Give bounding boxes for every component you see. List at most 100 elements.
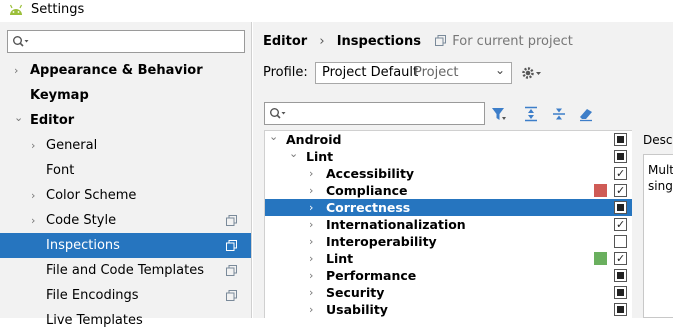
tree-row-label: Usability	[326, 302, 388, 317]
tree-row-performance[interactable]: › Performance	[265, 267, 632, 284]
tree-row-label: Lint	[326, 251, 354, 266]
checkbox-mixed[interactable]	[614, 133, 627, 146]
chevron-right-icon[interactable]: ›	[31, 208, 35, 233]
checkbox-checked[interactable]	[614, 250, 627, 267]
window-title: Settings	[31, 2, 85, 17]
sidebar-item-file-encodings[interactable]: File Encodings	[0, 283, 251, 308]
description-text: Mult sing	[648, 162, 673, 194]
sidebar-item-label: Appearance & Behavior	[30, 63, 203, 78]
sidebar-item-code-style[interactable]: › Code Style	[0, 208, 251, 233]
reset-eraser-icon[interactable]	[578, 106, 594, 122]
sidebar-item-editor[interactable]: ⌄ Editor	[0, 108, 251, 133]
profile-scope: Project	[414, 65, 459, 80]
sidebar-item-label: Font	[46, 163, 75, 178]
tree-row-internationalization[interactable]: › Internationalization	[265, 216, 632, 233]
sidebar-item-label: Editor	[30, 113, 75, 128]
sidebar-item-label: File Encodings	[46, 288, 139, 303]
tree-row-label: Interoperability	[326, 234, 437, 249]
tree-row-lint-category[interactable]: › Lint	[265, 250, 632, 267]
tree-row-label: Internationalization	[326, 217, 466, 232]
chevron-right-icon[interactable]: ›	[309, 216, 313, 233]
project-copy-icon	[226, 215, 237, 226]
sidebar-item-font[interactable]: Font	[0, 158, 251, 183]
profile-select[interactable]: Project Default Project ⌄	[315, 62, 512, 84]
severity-error-swatch	[594, 184, 607, 197]
sidebar-item-label: File and Code Templates	[46, 263, 204, 278]
gear-icon[interactable]	[521, 65, 543, 81]
sidebar-item-label: Live Templates	[46, 313, 143, 328]
chevron-right-icon[interactable]: ›	[14, 58, 18, 83]
chevron-right-icon[interactable]: ›	[31, 183, 35, 208]
chevron-right-icon[interactable]: ›	[309, 199, 313, 216]
project-copy-icon	[435, 35, 447, 46]
sidebar-item-label: General	[46, 138, 98, 153]
tree-row-label: Security	[326, 285, 385, 300]
inspections-search-input[interactable]	[264, 102, 485, 125]
sidebar-item-label: Color Scheme	[46, 188, 137, 203]
breadcrumb: Editor › Inspections For current project	[263, 34, 573, 49]
sidebar-item-keymap[interactable]: Keymap	[0, 83, 251, 108]
tree-row-compliance[interactable]: › Compliance	[265, 182, 632, 199]
tree-row-android[interactable]: ⌄ Android	[265, 128, 632, 148]
description-line: Mult	[648, 163, 673, 177]
description-label: Descr	[643, 133, 673, 147]
chevron-down-icon[interactable]: ⌄	[269, 128, 278, 145]
tree-row-security[interactable]: › Security	[265, 284, 632, 301]
chevron-right-icon[interactable]: ›	[309, 233, 313, 250]
tree-row-usability[interactable]: › Usability	[265, 301, 632, 318]
chevron-right-icon[interactable]: ›	[309, 182, 313, 199]
sidebar-item-color-scheme[interactable]: › Color Scheme	[0, 183, 251, 208]
tree-row-correctness[interactable]: › Correctness	[265, 199, 632, 216]
tree-row-label: Compliance	[326, 183, 408, 198]
breadcrumb-editor[interactable]: Editor	[263, 34, 307, 49]
checkbox-mixed[interactable]	[614, 269, 627, 282]
sidebar-item-label: Inspections	[46, 238, 120, 253]
chevron-right-icon[interactable]: ›	[309, 250, 313, 267]
settings-sidebar: › Appearance & Behavior Keymap ⌄ Editor …	[0, 22, 252, 328]
chevron-down-icon[interactable]: ⌄	[289, 145, 298, 162]
chevron-down-icon[interactable]: ⌄	[14, 105, 23, 130]
checkbox-checked[interactable]	[614, 165, 627, 182]
checkbox-mixed[interactable]	[614, 150, 627, 163]
tree-row-label: Accessibility	[326, 166, 415, 181]
chevron-right-icon[interactable]: ›	[309, 301, 313, 318]
sidebar-item-general[interactable]: › General	[0, 133, 251, 158]
expand-all-icon[interactable]	[523, 106, 539, 122]
checkbox-checked[interactable]	[614, 182, 627, 199]
inspections-panel: Editor › Inspections For current project…	[253, 22, 673, 318]
sidebar-item-file-templates[interactable]: File and Code Templates	[0, 258, 251, 283]
sidebar-item-appearance[interactable]: › Appearance & Behavior	[0, 58, 251, 83]
checkbox-unchecked[interactable]	[614, 235, 627, 248]
checkbox-mixed[interactable]	[614, 303, 627, 316]
settings-search-input[interactable]	[7, 30, 245, 53]
sidebar-item-inspections[interactable]: Inspections	[0, 233, 251, 258]
tree-row-label: Correctness	[326, 200, 411, 215]
checkbox-mixed[interactable]	[614, 201, 627, 214]
chevron-right-icon[interactable]: ›	[309, 267, 313, 284]
checkbox-mixed[interactable]	[614, 286, 627, 299]
tree-row-label: Performance	[326, 268, 417, 283]
profile-label: Profile:	[263, 65, 308, 80]
search-icon	[13, 36, 29, 47]
inspections-tree: ⌄ Android ⌄ Lint › Accessibility › Compl…	[264, 130, 632, 318]
tree-row-interoperability[interactable]: › Interoperability	[265, 233, 632, 250]
tree-row-lint[interactable]: ⌄ Lint	[265, 145, 632, 165]
filter-icon[interactable]	[491, 106, 507, 122]
search-icon	[270, 108, 286, 119]
project-copy-icon	[226, 265, 237, 276]
chevron-right-icon[interactable]: ›	[31, 133, 35, 158]
project-copy-icon	[226, 240, 237, 251]
description-line: sing	[648, 179, 673, 193]
profile-value: Project Default	[322, 65, 419, 80]
chevron-right-icon[interactable]: ›	[309, 284, 313, 301]
severity-info-swatch	[594, 252, 607, 265]
checkbox-checked[interactable]	[614, 216, 627, 233]
breadcrumb-inspections: Inspections	[336, 34, 421, 49]
collapse-all-icon[interactable]	[551, 106, 567, 122]
sidebar-item-live-templates[interactable]: Live Templates	[0, 308, 251, 333]
scope-note: For current project	[452, 34, 573, 49]
tree-row-accessibility[interactable]: › Accessibility	[265, 165, 632, 182]
title-bar: Settings	[0, 0, 673, 22]
chevron-right-icon[interactable]: ›	[309, 165, 313, 182]
chevron-down-icon: ⌄	[494, 63, 505, 77]
